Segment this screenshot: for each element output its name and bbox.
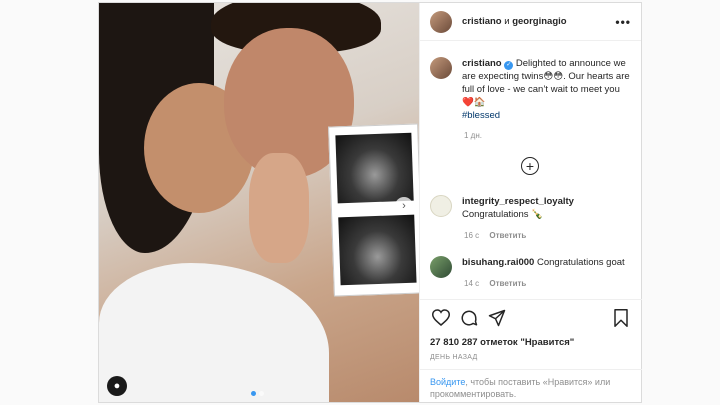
- heart-icon[interactable]: [430, 307, 452, 329]
- commenter-avatar[interactable]: [430, 256, 452, 278]
- caption-text-block: cristiano ✓ Delighted to announce we are…: [462, 57, 634, 122]
- person-icon[interactable]: ●: [107, 376, 127, 396]
- caption: cristiano ✓ Delighted to announce we are…: [430, 57, 634, 122]
- photo-sheet: [99, 263, 329, 402]
- comment-text-block: bisuhang.rai000 Congratulations goat: [462, 256, 625, 278]
- commenter-avatar[interactable]: [430, 195, 452, 217]
- post-photo[interactable]: ● ›: [99, 3, 419, 402]
- author-link[interactable]: cristiano: [462, 16, 502, 27]
- comment: bisuhang.rai000 Congratulations goat: [430, 256, 634, 278]
- load-more-comments-button[interactable]: +: [521, 157, 539, 175]
- author-separator: и: [504, 16, 510, 27]
- login-link[interactable]: Войдите: [430, 377, 465, 387]
- carousel-dots: [251, 391, 264, 396]
- carousel-dot: [259, 391, 264, 396]
- share-icon[interactable]: [486, 307, 508, 329]
- caption-username[interactable]: cristiano: [462, 58, 502, 69]
- carousel-dot: [251, 391, 256, 396]
- comment-time: 16 с: [464, 231, 480, 240]
- post-header: cristiano и georginagio •••: [420, 3, 641, 41]
- ultrasound-image: [338, 214, 417, 286]
- author-link[interactable]: georginagio: [512, 16, 566, 27]
- caption-avatar[interactable]: [430, 57, 452, 79]
- comment-username[interactable]: bisuhang.rai000: [462, 257, 534, 268]
- instagram-post: ● › cristiano и georginagio ••• cristian…: [98, 2, 642, 403]
- comment-text: Congratulations goat: [536, 257, 625, 268]
- reply-button[interactable]: Ответить: [489, 231, 526, 240]
- comment-meta: 14 с Ответить: [464, 279, 526, 288]
- comment-text-block: integrity_respect_loyalty Congratulation…: [462, 195, 574, 221]
- comment-icon[interactable]: [458, 307, 480, 329]
- action-bar: [420, 299, 642, 335]
- comment: integrity_respect_loyalty Congratulation…: [430, 195, 634, 221]
- post-time: ДЕНЬ НАЗАД: [430, 354, 478, 361]
- author-avatar[interactable]: [430, 10, 452, 33]
- chevron-right-icon[interactable]: ›: [395, 197, 413, 215]
- reply-button[interactable]: Ответить: [489, 279, 526, 288]
- post-side-panel: cristiano и georginagio ••• cristiano ✓ …: [419, 3, 642, 402]
- login-prompt: Войдите, чтобы поставить «Нравится» или …: [420, 369, 642, 402]
- hashtag-link[interactable]: #blessed: [462, 110, 500, 121]
- verified-badge-icon: ✓: [504, 61, 514, 70]
- author-names: cristiano и georginagio: [462, 16, 567, 27]
- comment-username[interactable]: integrity_respect_loyalty: [462, 196, 574, 207]
- comment-meta: 16 с Ответить: [464, 231, 526, 240]
- ultrasound-image: [335, 132, 414, 204]
- bookmark-icon[interactable]: [610, 307, 632, 329]
- caption-emoji: ❤️🏠: [462, 97, 486, 108]
- photo-figure: [249, 153, 309, 263]
- more-options-icon[interactable]: •••: [615, 15, 631, 29]
- likes-count[interactable]: 27 810 287 отметок "Нравится": [430, 337, 574, 348]
- comment-time: 14 с: [464, 279, 480, 288]
- caption-time: 1 дн.: [464, 131, 482, 140]
- comment-text: Congratulations 🍾: [462, 209, 544, 220]
